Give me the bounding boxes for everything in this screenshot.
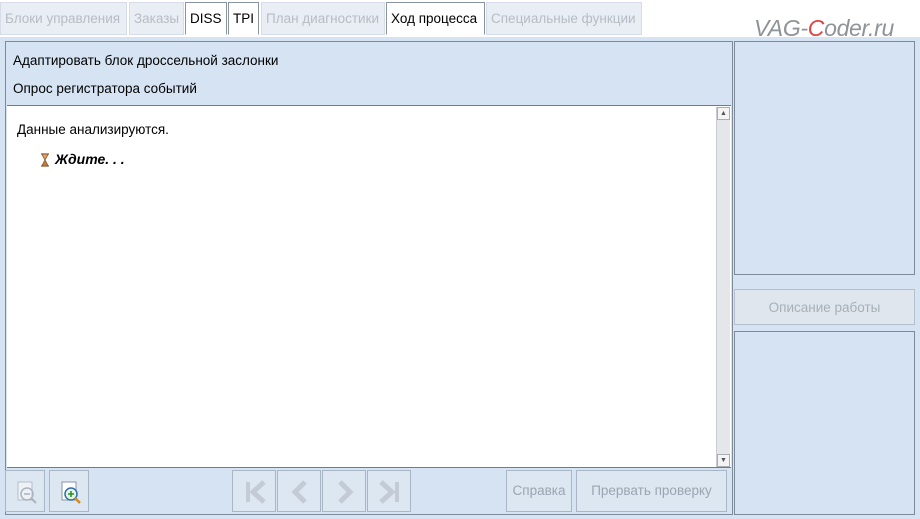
scroll-up-icon[interactable]: ▲ xyxy=(717,107,730,120)
tab-process[interactable]: Ход процесса xyxy=(386,2,485,35)
process-header: Адаптировать блок дроссельной заслонки О… xyxy=(6,42,732,105)
process-panel: Адаптировать блок дроссельной заслонки О… xyxy=(5,41,733,515)
help-button[interactable]: Справка xyxy=(506,470,572,512)
tab-diagnostic-plan[interactable]: План диагностики xyxy=(261,2,385,35)
watermark-logo: VAG-Coder.ru xyxy=(754,15,894,41)
abort-check-button[interactable]: Прервать проверку xyxy=(576,470,727,512)
scroll-down-icon[interactable]: ▼ xyxy=(717,454,730,467)
tab-control-units[interactable]: Блоки управления xyxy=(0,2,127,35)
next-icon xyxy=(338,480,354,504)
header-line-1: Адаптировать блок дроссельной заслонки xyxy=(13,53,279,68)
side-panel: Описание работы xyxy=(734,41,917,515)
tab-diss[interactable]: DISS xyxy=(185,2,227,35)
work-description-button[interactable]: Описание работы xyxy=(734,289,915,325)
zoom-out-icon xyxy=(17,481,37,504)
tab-special-functions[interactable]: Специальные функции xyxy=(486,2,642,35)
tab-bar: Блоки управления Заказы DISS TPI План ди… xyxy=(0,0,920,41)
output-area: Данные анализируются. Ждите. . . ▲ ▼ xyxy=(7,105,731,468)
tab-tpi[interactable]: TPI xyxy=(228,2,259,35)
first-page-icon xyxy=(246,480,266,504)
zoom-in-icon xyxy=(61,481,81,504)
header-line-2: Опрос регистратора событий xyxy=(13,81,197,96)
next-button[interactable] xyxy=(322,470,366,512)
navigation-group xyxy=(232,470,411,512)
side-panel-bottom xyxy=(734,331,915,515)
zoom-in-button[interactable] xyxy=(49,470,89,512)
first-page-button[interactable] xyxy=(232,470,276,512)
status-message: Данные анализируются. xyxy=(17,122,169,137)
previous-icon xyxy=(291,480,307,504)
side-panel-top xyxy=(734,41,915,275)
hourglass-icon xyxy=(41,153,49,167)
previous-button[interactable] xyxy=(277,470,321,512)
last-page-button[interactable] xyxy=(367,470,411,512)
zoom-out-button[interactable] xyxy=(5,470,45,512)
last-page-icon xyxy=(379,480,399,504)
vertical-scrollbar[interactable]: ▲ ▼ xyxy=(716,107,730,467)
tab-orders[interactable]: Заказы xyxy=(129,2,184,35)
wait-text: Ждите. . . xyxy=(55,151,125,167)
